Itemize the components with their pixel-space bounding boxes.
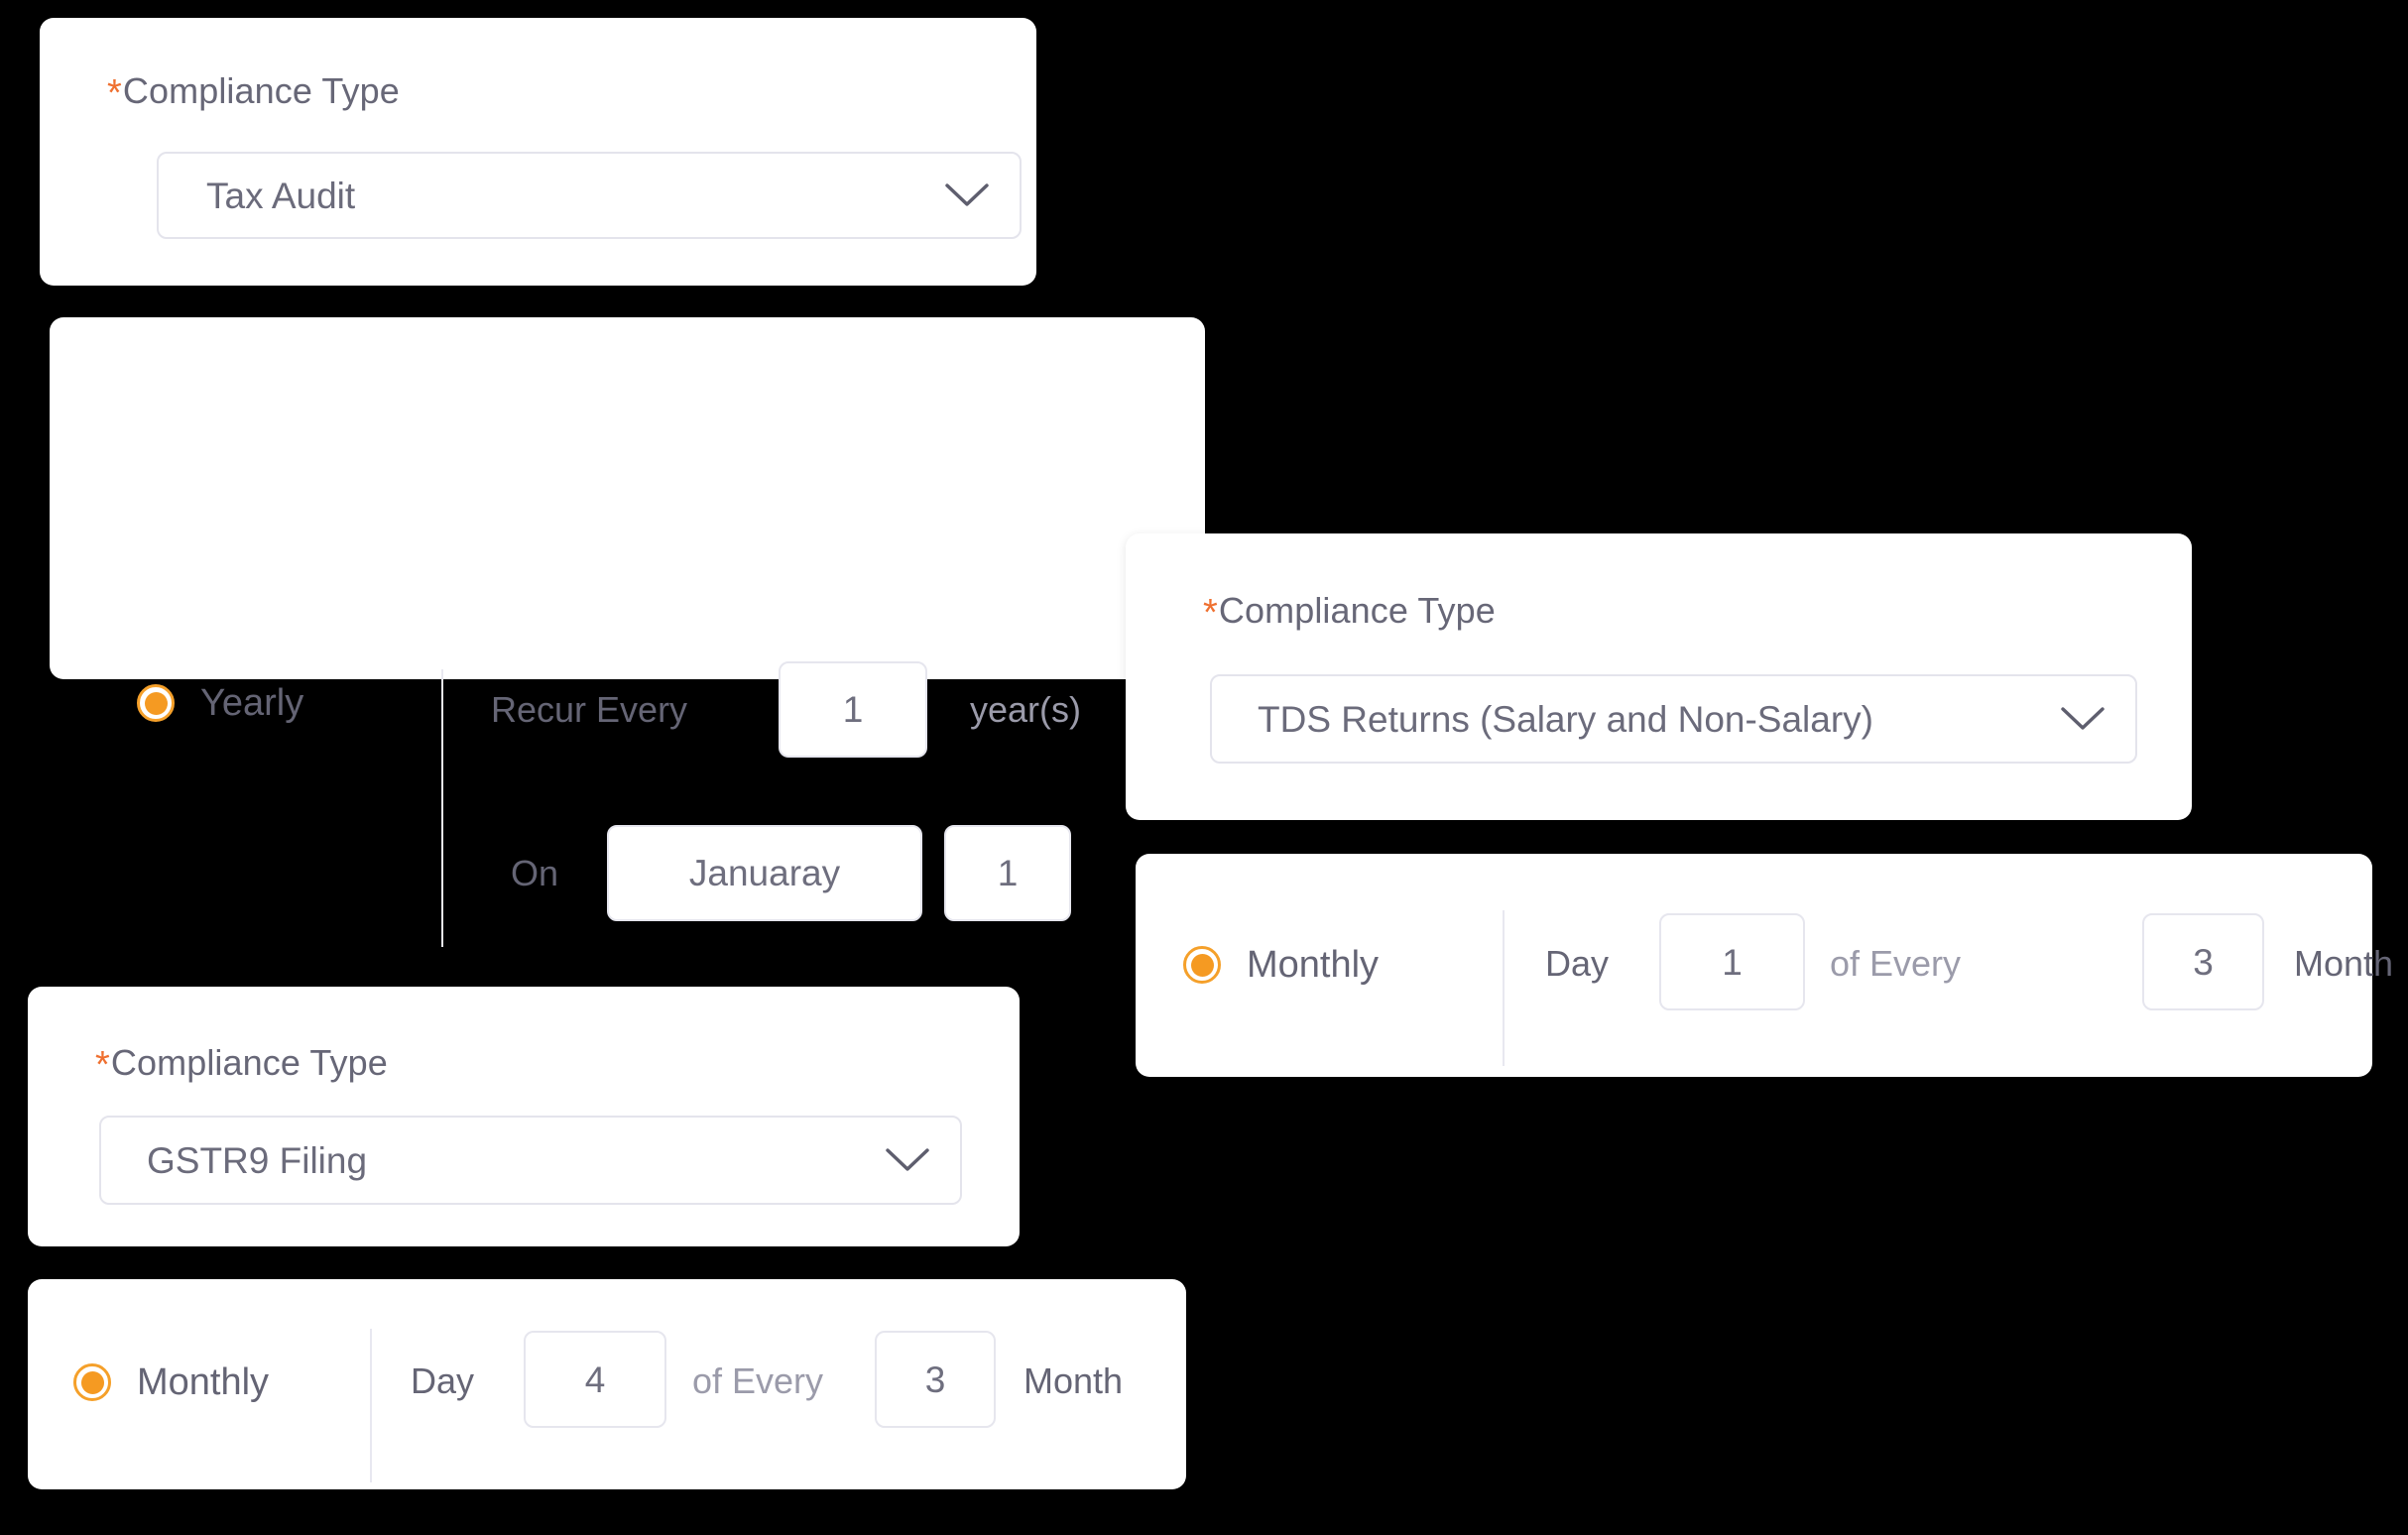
required-asterisk: *: [1203, 592, 1218, 634]
card-divider: [370, 1329, 372, 1482]
month-unit-label: Month: [1023, 1360, 1124, 1401]
month-unit-label-wrap: Month: [2294, 946, 2393, 982]
radio-selected-icon[interactable]: [137, 684, 175, 722]
radio-selected-icon[interactable]: [73, 1363, 111, 1401]
recur-unit-label: year(s): [970, 689, 1082, 730]
month-unit-label: Month: [2294, 943, 2394, 984]
card-divider: [441, 669, 443, 947]
compliance-type-label: *Compliance Type: [1203, 590, 1496, 634]
compliance-type-card-tax-audit: *Compliance Type Tax Audit: [40, 18, 1036, 286]
month-interval-input[interactable]: 3: [2142, 913, 2264, 1010]
recur-day-value: 1: [997, 853, 1019, 893]
recurrence-radio-label: Monthly: [1247, 944, 1380, 986]
compliance-type-label-text: Compliance Type: [110, 1042, 388, 1083]
recur-every-row: Recur Every: [491, 692, 687, 728]
card-divider: [1503, 910, 1505, 1066]
day-of-month-input[interactable]: 1: [1659, 913, 1805, 1010]
chevron-down-icon[interactable]: [885, 1147, 930, 1173]
recur-interval-input[interactable]: 1: [779, 661, 927, 758]
recurrence-radio-monthly[interactable]: Monthly: [1183, 946, 1379, 984]
recurrence-card-yearly: Yearly Recur Every 1 year(s) On Januaray…: [50, 317, 1205, 947]
month-interval-value: 3: [924, 1358, 946, 1400]
compliance-type-card-tds: *Compliance Type TDS Returns (Salary and…: [1126, 533, 2192, 820]
recur-month-value: Januaray: [688, 853, 841, 893]
required-asterisk: *: [107, 72, 122, 114]
compliance-type-select-gstr9[interactable]: GSTR9 Filing: [99, 1116, 962, 1205]
recurrence-radio-yearly[interactable]: Yearly: [137, 684, 303, 722]
month-unit-label-wrap: Month: [1023, 1363, 1123, 1399]
compliance-type-select-value: Tax Audit: [206, 175, 356, 216]
recurrence-card-monthly-tds: Monthly Day 1 of Every 3 Month: [1136, 854, 2393, 1077]
compliance-type-label: *Compliance Type: [95, 1042, 388, 1086]
compliance-type-select-value: GSTR9 Filing: [147, 1139, 368, 1181]
day-label: Day: [411, 1360, 475, 1401]
recurrence-radio-label: Yearly: [200, 682, 304, 724]
compliance-type-card-gstr9: *Compliance Type GSTR9 Filing: [28, 987, 1020, 1246]
day-of-month-value: 1: [1722, 941, 1743, 983]
screenshot-canvas: *Compliance Type Tax Audit Yearly Recur …: [0, 0, 2408, 1535]
recur-interval-value: 1: [842, 689, 864, 730]
recurrence-radio-label: Monthly: [137, 1361, 270, 1403]
compliance-type-label-text: Compliance Type: [122, 70, 400, 111]
of-every-label: of Every: [692, 1360, 824, 1401]
recur-day-input[interactable]: 1: [944, 825, 1071, 921]
recur-on-label-wrap: On: [511, 856, 558, 891]
compliance-type-select-value: TDS Returns (Salary and Non-Salary): [1258, 698, 1873, 740]
chevron-down-icon[interactable]: [944, 182, 990, 208]
day-label-wrap: Day: [1545, 946, 1609, 982]
chevron-down-icon[interactable]: [2060, 706, 2106, 732]
day-of-month-input[interactable]: 4: [524, 1331, 666, 1428]
recur-month-input[interactable]: Januaray: [607, 825, 922, 921]
month-interval-input[interactable]: 3: [875, 1331, 996, 1428]
day-label: Day: [1545, 943, 1610, 984]
of-every-label-wrap: of Every: [692, 1363, 823, 1399]
recurrence-radio-monthly[interactable]: Monthly: [73, 1363, 269, 1401]
radio-selected-icon[interactable]: [1183, 946, 1221, 984]
day-of-month-value: 4: [584, 1358, 606, 1400]
recur-unit-label-wrap: year(s): [970, 692, 1081, 728]
of-every-label: of Every: [1830, 943, 1962, 984]
required-asterisk: *: [95, 1044, 110, 1086]
recurrence-card-monthly-gstr9: Monthly Day 4 of Every 3 Month: [28, 1279, 1186, 1489]
compliance-type-label: *Compliance Type: [107, 70, 400, 114]
recur-on-label: On: [511, 853, 559, 893]
month-interval-value: 3: [2193, 941, 2214, 983]
compliance-type-select-tds[interactable]: TDS Returns (Salary and Non-Salary): [1210, 674, 2137, 764]
compliance-type-select-tax-audit[interactable]: Tax Audit: [157, 152, 1022, 239]
compliance-type-label-text: Compliance Type: [1218, 590, 1496, 631]
of-every-label-wrap: of Every: [1830, 946, 1961, 982]
recur-every-label: Recur Every: [491, 689, 688, 730]
day-label-wrap: Day: [411, 1363, 474, 1399]
